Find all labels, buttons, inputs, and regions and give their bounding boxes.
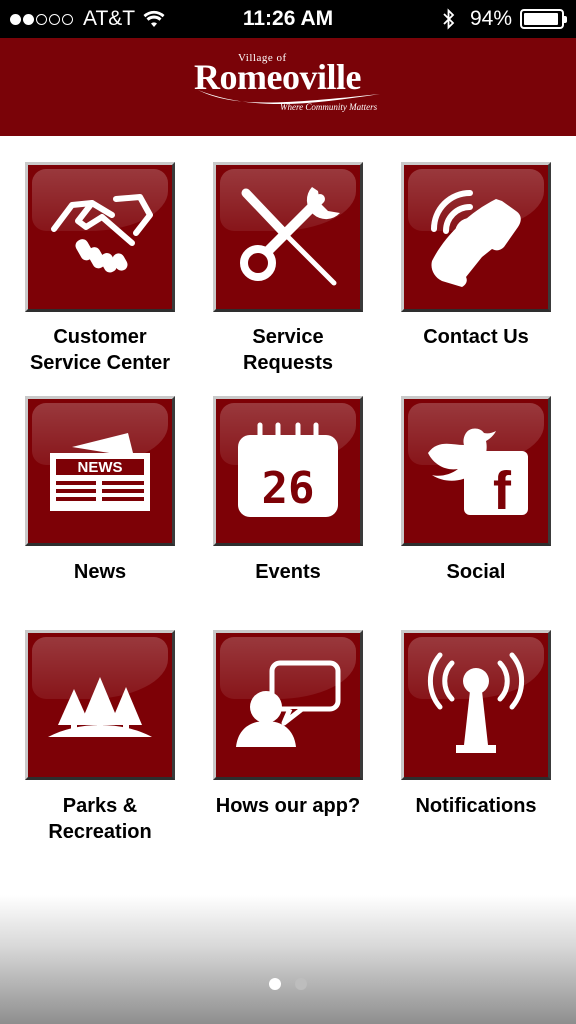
battery-percent: 94%	[469, 7, 512, 30]
tile-hows-our-app[interactable]	[213, 630, 363, 780]
trees-icon	[48, 677, 152, 737]
tile-label-notifications: Notifications	[415, 795, 537, 817]
tile-label-contact-us: Contact Us	[423, 326, 529, 348]
tools-icon	[240, 187, 340, 286]
footer-gradient	[0, 895, 576, 1024]
facebook-icon-text: f	[493, 461, 512, 521]
tile-news[interactable]: NEWS	[25, 396, 175, 546]
tile-events[interactable]: 26	[213, 396, 363, 546]
social-icon: f	[428, 428, 528, 521]
page-indicator[interactable]	[0, 978, 576, 990]
tile-social[interactable]: f	[401, 396, 551, 546]
tile-label-news: News	[73, 561, 127, 583]
tile-label-customer-service: Customer Service Center	[29, 326, 171, 374]
tile-label-parks-recreation: Parks & Recreation	[48, 795, 152, 843]
tile-label-service-requests: Service Requests	[242, 326, 334, 374]
tile-contact-us[interactable]	[401, 162, 551, 312]
newspaper-icon-text: NEWS	[78, 459, 123, 476]
tile-parks-recreation[interactable]	[25, 630, 175, 780]
status-right: 94%	[442, 7, 567, 31]
phone-icon	[431, 190, 521, 287]
app-header: Village of Romeoville Where Community Ma…	[0, 38, 576, 136]
battery-icon	[520, 9, 567, 29]
logo-tagline: Where Community Matters	[280, 102, 378, 112]
calendar-icon: 26	[238, 422, 338, 517]
page-dot-1[interactable]	[269, 978, 281, 990]
tile-label-events: Events	[255, 561, 321, 583]
tile-label-hows-our-app: Hows our app?	[215, 795, 361, 817]
calendar-icon-text: 26	[262, 463, 315, 514]
newspaper-icon: NEWS	[50, 433, 150, 511]
village-logo: Village of Romeoville Where Community Ma…	[194, 50, 384, 122]
bluetooth-icon	[443, 8, 455, 30]
tile-label-social: Social	[446, 561, 506, 583]
tile-service-requests[interactable]	[213, 162, 363, 312]
broadcast-tower-icon	[427, 652, 525, 753]
battery-level-fill	[524, 13, 558, 25]
feedback-icon	[236, 660, 341, 747]
page-dot-2[interactable]	[295, 978, 307, 990]
tile-customer-service-center[interactable]	[25, 162, 175, 312]
status-bar: AT&T 11:26 AM 94%	[0, 0, 576, 38]
tile-notifications[interactable]	[401, 630, 551, 780]
handshake-icon	[51, 194, 153, 273]
